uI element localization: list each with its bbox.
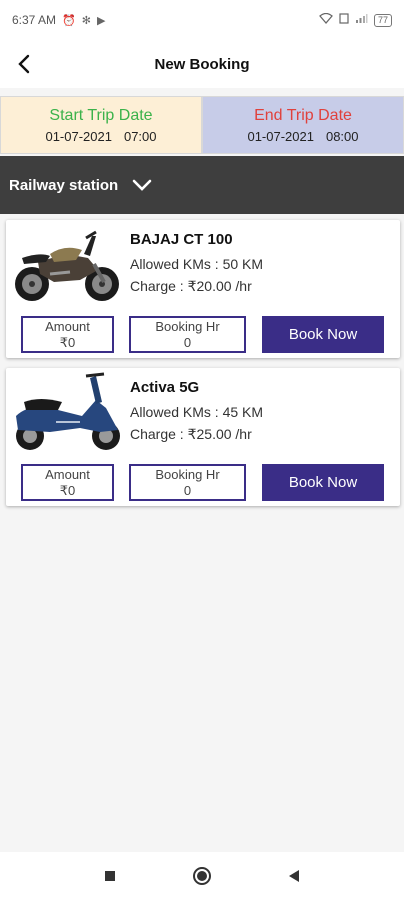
vehicle-card: Activa 5G Allowed KMs : 45 KM Charge : ₹… xyxy=(6,368,400,506)
back-arrow-icon xyxy=(18,54,30,74)
start-trip-date[interactable]: Start Trip Date 01-07-2021 07:00 xyxy=(0,96,202,154)
wifi-icon xyxy=(319,12,333,27)
booking-hours-label: Booking Hr xyxy=(155,466,220,482)
amount-value: ₹0 xyxy=(59,482,76,498)
booking-hours-box[interactable]: Booking Hr 0 xyxy=(129,464,246,501)
page-title: New Booking xyxy=(154,55,250,73)
amount-label: Amount xyxy=(45,466,90,482)
vehicle-charge: Charge : ₹25.00 /hr xyxy=(130,426,252,442)
home-circle-icon[interactable] xyxy=(190,864,214,888)
sim-icon xyxy=(339,13,349,27)
end-trip-date-label: End Trip Date xyxy=(254,106,352,124)
app-bar: New Booking xyxy=(0,40,404,88)
start-trip-date-label: Start Trip Date xyxy=(49,106,153,124)
amount-box: Amount ₹0 xyxy=(21,464,114,501)
booking-hours-value: 0 xyxy=(183,482,192,498)
vehicle-name: Activa 5G xyxy=(130,379,200,396)
amount-value: ₹0 xyxy=(59,334,76,350)
alarm-icon: ⏰ xyxy=(62,14,76,27)
vehicle-charge: Charge : ₹20.00 /hr xyxy=(130,278,252,294)
status-bar: 6:37 AM ⏰ ✻ ▶ 77 xyxy=(0,0,404,40)
scooter-image xyxy=(16,372,120,450)
location-label: Railway station xyxy=(9,176,119,194)
status-time: 6:37 AM xyxy=(12,13,57,27)
booking-hours-value: 0 xyxy=(183,334,192,350)
start-trip-time-value: 07:00 xyxy=(123,128,157,144)
end-trip-time-value: 08:00 xyxy=(325,128,359,144)
system-nav-bar xyxy=(0,852,404,900)
amount-label: Amount xyxy=(45,318,90,334)
amount-box: Amount ₹0 xyxy=(21,316,114,353)
vehicle-allowed-kms: Allowed KMs : 50 KM xyxy=(130,256,264,272)
settings-icon: ✻ xyxy=(81,14,91,27)
back-triangle-icon[interactable] xyxy=(282,864,306,888)
signal-icon xyxy=(355,13,368,27)
booking-hours-box[interactable]: Booking Hr 0 xyxy=(129,316,246,353)
vehicle-name: BAJAJ CT 100 xyxy=(130,231,233,248)
trip-date-bar: Start Trip Date 01-07-2021 07:00 End Tri… xyxy=(0,96,404,154)
end-trip-date[interactable]: End Trip Date 01-07-2021 08:00 xyxy=(202,96,404,154)
vehicle-allowed-kms: Allowed KMs : 45 KM xyxy=(130,404,264,420)
recents-square-icon[interactable] xyxy=(98,864,122,888)
book-now-button[interactable]: Book Now xyxy=(262,464,384,501)
book-now-button[interactable]: Book Now xyxy=(262,316,384,353)
location-dropdown[interactable]: Railway station xyxy=(0,156,404,214)
vehicle-card: BAJAJ CT 100 Allowed KMs : 50 KM Charge … xyxy=(6,220,400,358)
back-button[interactable] xyxy=(10,50,38,78)
chevron-down-icon xyxy=(132,178,152,192)
start-trip-date-value: 01-07-2021 xyxy=(45,128,112,144)
media-icon: ▶ xyxy=(96,14,106,27)
battery-icon: 77 xyxy=(373,13,392,27)
end-trip-date-value: 01-07-2021 xyxy=(247,128,314,144)
booking-hours-label: Booking Hr xyxy=(155,318,220,334)
motorcycle-image xyxy=(15,230,119,301)
